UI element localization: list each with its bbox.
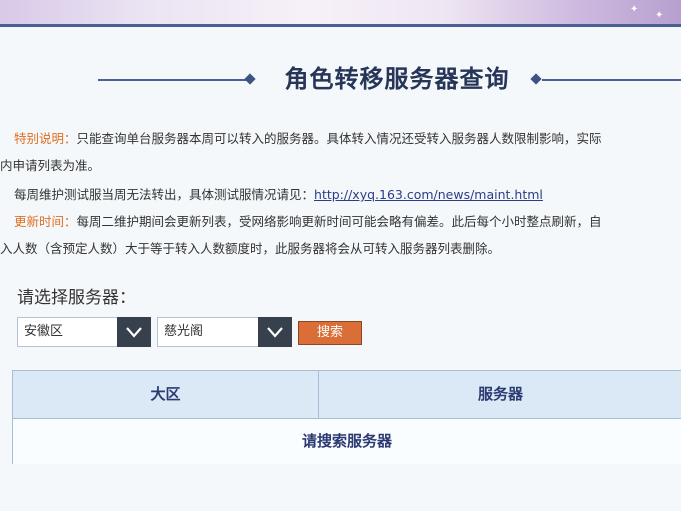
special-note-text: 只能查询单台服务器本周可以转入的服务器。具体转入情况还受转入服务器人数限制影响，… xyxy=(76,131,602,146)
server-dropdown-value: 慈光阁 xyxy=(164,324,204,339)
search-button[interactable]: 搜索 xyxy=(298,321,362,345)
special-note-label: 特别说明： xyxy=(14,131,77,146)
special-note-text-cont: 内申请列表为准。 xyxy=(0,158,101,173)
results-table: 大区 服务器 请搜索服务器 xyxy=(12,370,681,464)
chevron-down-icon[interactable] xyxy=(117,317,151,347)
diamond-icon xyxy=(244,73,256,85)
maint-note-text: 每周维护测试服当周无法转出，具体测试服情况请见： xyxy=(14,187,315,202)
sparkle-icon: ✦ xyxy=(630,4,639,15)
top-banner: ✦ ✦ xyxy=(0,0,681,27)
region-dropdown[interactable]: 安徽区 xyxy=(17,317,151,347)
page-title: 角色转移服务器查询 xyxy=(284,65,510,93)
table-empty-row: 请搜索服务器 xyxy=(13,419,681,464)
column-header-server: 服务器 xyxy=(477,385,523,403)
server-select-label: 请选择服务器： xyxy=(17,288,136,308)
title-divider-left xyxy=(98,79,248,81)
table-header: 大区 服务器 xyxy=(13,371,681,419)
region-dropdown-value: 安徽区 xyxy=(24,324,64,339)
sparkle-icon: ✦ xyxy=(655,10,664,21)
title-divider-right xyxy=(542,79,681,81)
update-note-text-cont: 入人数（含预定人数）大于等于转入人数额度时，此服务器将会从可转入服务器列表删除。 xyxy=(0,241,501,256)
page-header: 角色转移服务器查询 xyxy=(0,62,681,96)
chevron-down-icon[interactable] xyxy=(258,317,292,347)
maint-link[interactable]: http://xyq.163.com/news/maint.html xyxy=(314,187,543,202)
update-note-label: 更新时间： xyxy=(14,214,77,229)
server-dropdown[interactable]: 慈光阁 xyxy=(157,317,292,347)
column-header-region: 大区 xyxy=(13,371,319,418)
update-note-text: 每周二维护期间会更新列表，受网络影响更新时间可能会略有偏差。此后每个小时整点刷新… xyxy=(76,214,602,229)
diamond-icon xyxy=(530,73,542,85)
